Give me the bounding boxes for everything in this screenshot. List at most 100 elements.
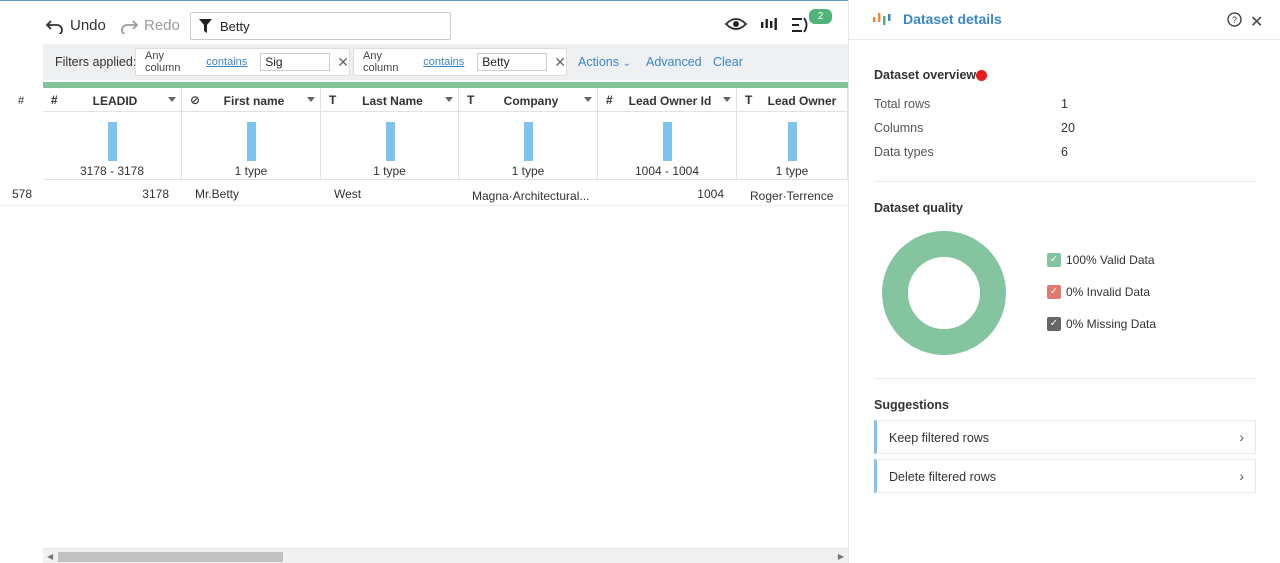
column-histogram: 1 type	[737, 112, 848, 180]
stat-value: 6	[1061, 145, 1068, 159]
column-header-first-name[interactable]: ⊘ First name	[182, 88, 321, 112]
column-menu-icon[interactable]	[307, 97, 315, 102]
toolbar: Undo Redo 2	[0, 8, 848, 44]
table-row[interactable]: 578 3178 Mr.Betty West Magna·Architectur…	[0, 182, 848, 206]
remove-filter-icon[interactable]: ✕	[554, 54, 566, 71]
histogram-bar[interactable]	[108, 122, 117, 161]
column-header-lead-owner[interactable]: T Lead Owner	[737, 88, 848, 112]
filter-bar: Filters applied: Any column contains ✕ A…	[43, 44, 848, 80]
status-dot	[976, 70, 987, 81]
filter-icon	[199, 19, 212, 33]
data-grid-pane: Undo Redo 2 Filters applied: Any column …	[0, 0, 848, 563]
suggestion-label: Keep filtered rows	[889, 431, 990, 445]
column-name: Lead Owner Id	[628, 94, 712, 108]
stat-value: 1	[1061, 97, 1068, 111]
quality-donut-chart	[882, 231, 1006, 355]
keep-filtered-rows-button[interactable]: Keep filtered rows ›	[874, 420, 1256, 454]
checkbox-icon[interactable]: ✓	[1047, 285, 1061, 299]
legend-label: 100% Valid Data	[1066, 253, 1155, 267]
checkbox-icon[interactable]: ✓	[1047, 253, 1061, 267]
column-menu-icon[interactable]	[723, 97, 731, 102]
histogram-bar[interactable]	[524, 122, 533, 161]
dataset-details-panel: Dataset details ? ✕ Dataset overview Tot…	[848, 0, 1280, 563]
chevron-right-icon: ›	[1239, 429, 1244, 445]
filter-operator-link[interactable]: contains	[423, 56, 464, 68]
histogram-bar[interactable]	[663, 122, 672, 161]
clear-link[interactable]: Clear	[713, 55, 743, 69]
horizontal-scrollbar[interactable]: ◀ ▶	[43, 548, 848, 563]
undo-button[interactable]: Undo	[46, 17, 106, 34]
column-header-lead-owner-id[interactable]: # Lead Owner Id	[598, 88, 737, 112]
mixed-type-icon: ⊘	[190, 93, 201, 107]
column-header-last-name[interactable]: T Last Name	[321, 88, 459, 112]
dataset-logo-icon	[873, 12, 893, 31]
text-type-icon: T	[467, 93, 475, 107]
text-type-icon: T	[329, 93, 337, 107]
column-chart-icon[interactable]	[760, 16, 778, 37]
close-icon[interactable]: ✕	[1250, 12, 1263, 32]
histogram-bar[interactable]	[385, 122, 395, 161]
panel-header: Dataset details ? ✕	[849, 0, 1280, 40]
cell-lead-owner-id[interactable]: 1004	[598, 187, 724, 201]
legend-invalid: ✓ 0% Invalid Data	[1047, 285, 1150, 299]
column-summary: 1 type	[511, 164, 545, 178]
histogram-bar[interactable]	[247, 122, 256, 161]
filter-chip: Any column contains ✕	[135, 48, 350, 76]
cell-lead-owner[interactable]: Roger·Terrence	[750, 189, 833, 203]
svg-text:?: ?	[1232, 15, 1237, 25]
text-type-icon: T	[745, 93, 753, 107]
column-summary: 1 type	[373, 164, 406, 178]
stat-label: Total rows	[874, 97, 931, 111]
filter-operator-link[interactable]: contains	[206, 56, 247, 68]
column-summary: 1 type	[234, 164, 268, 178]
filters-applied-label: Filters applied:	[55, 55, 137, 69]
actions-dropdown[interactable]: Actions ⌄	[578, 55, 631, 69]
column-histogram: 3178 - 3178	[43, 112, 182, 180]
filter-value-input[interactable]	[260, 53, 331, 71]
chevron-down-icon: ⌄	[622, 58, 631, 69]
eye-icon[interactable]	[724, 16, 748, 37]
filter-value-input[interactable]	[477, 53, 548, 71]
scroll-left-icon[interactable]: ◀	[47, 552, 53, 561]
column-menu-icon[interactable]	[584, 97, 592, 102]
filter-column: Any column	[363, 50, 399, 74]
column-name: Last Name	[362, 94, 423, 108]
cell-leadid[interactable]: 3178	[43, 187, 169, 201]
legend-missing: ✓ 0% Missing Data	[1047, 317, 1156, 331]
row-number: 578	[12, 187, 33, 201]
cell-company[interactable]: Magna·Architectural...	[472, 189, 589, 203]
chevron-right-icon: ›	[1239, 468, 1244, 484]
stat-label: Data types	[874, 145, 934, 159]
remove-filter-icon[interactable]: ✕	[337, 54, 349, 71]
divider	[874, 378, 1256, 379]
histogram-bar[interactable]	[788, 122, 797, 161]
checkbox-icon[interactable]: ✓	[1047, 317, 1061, 331]
redo-button[interactable]: Redo	[120, 17, 180, 34]
advanced-link[interactable]: Advanced	[646, 55, 702, 69]
redo-icon	[121, 19, 138, 34]
valid-data-ring	[882, 231, 1006, 355]
delete-filtered-rows-button[interactable]: Delete filtered rows ›	[874, 459, 1256, 493]
steps-list-icon[interactable]	[791, 16, 811, 39]
scrollbar-thumb[interactable]	[58, 552, 283, 562]
scroll-right-icon[interactable]: ▶	[838, 552, 844, 561]
stat-value: 20	[1061, 121, 1075, 135]
column-histogram: 1 type	[321, 112, 459, 180]
column-menu-icon[interactable]	[445, 97, 453, 102]
column-histogram: 1004 - 1004	[598, 112, 737, 180]
suggestions-title: Suggestions	[874, 398, 950, 412]
actions-label: Actions	[578, 55, 619, 69]
search-input[interactable]	[220, 18, 440, 34]
column-menu-icon[interactable]	[168, 97, 176, 102]
cell-first-name[interactable]: Mr.Betty	[195, 187, 239, 201]
column-name: Company	[503, 94, 559, 108]
column-header-company[interactable]: T Company	[459, 88, 598, 112]
column-name: LEADID	[92, 94, 138, 108]
divider	[874, 181, 1256, 182]
overview-title: Dataset overview	[874, 68, 977, 82]
help-icon[interactable]: ?	[1227, 12, 1242, 32]
cell-last-name[interactable]: West	[334, 187, 361, 201]
column-histogram: 1 type	[182, 112, 321, 180]
column-header-leadid[interactable]: # LEADID	[43, 88, 182, 112]
filter-chip: Any column contains ✕	[353, 48, 567, 76]
